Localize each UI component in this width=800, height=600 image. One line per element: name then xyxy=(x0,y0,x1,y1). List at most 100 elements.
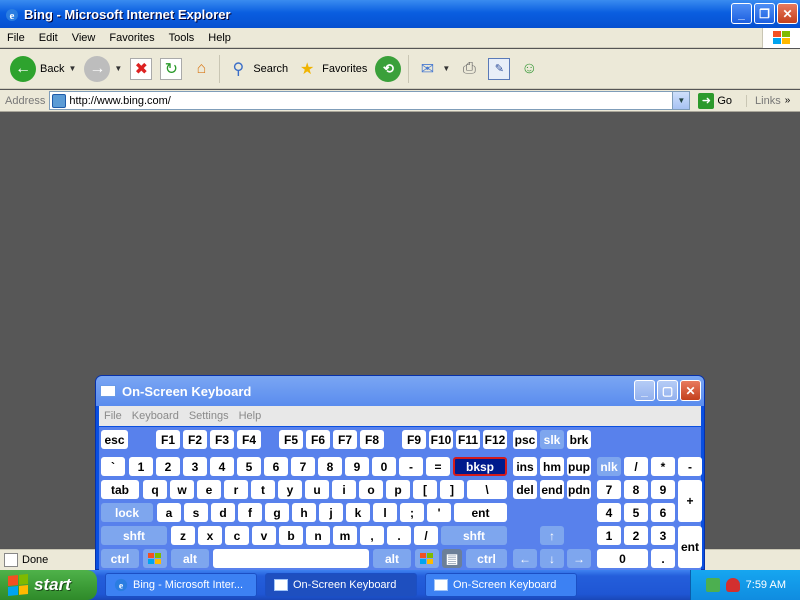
minimize-button[interactable]: _ xyxy=(731,3,752,24)
key-backslash[interactable]: \ xyxy=(467,480,507,499)
taskbar-item-ie[interactable]: e Bing - Microsoft Inter... xyxy=(105,573,257,597)
key-slash[interactable]: / xyxy=(414,526,438,545)
key-f7[interactable]: F7 xyxy=(333,430,357,449)
key-brk[interactable]: brk xyxy=(567,430,591,449)
osk-menu-file[interactable]: File xyxy=(99,410,127,422)
key-left-alt[interactable]: alt xyxy=(171,549,209,568)
menu-tools[interactable]: Tools xyxy=(162,32,202,44)
key-u[interactable]: u xyxy=(305,480,329,499)
key-right-windows[interactable] xyxy=(415,549,439,568)
key-c[interactable]: c xyxy=(225,526,249,545)
key-n[interactable]: n xyxy=(306,526,330,545)
key-j[interactable]: j xyxy=(319,503,343,522)
key-l[interactable]: l xyxy=(373,503,397,522)
key-y[interactable]: y xyxy=(278,480,302,499)
key-8[interactable]: 8 xyxy=(318,457,342,476)
address-input[interactable]: http://www.bing.com/ ▼ xyxy=(49,91,691,110)
security-shield-icon[interactable] xyxy=(725,578,740,592)
maximize-button[interactable]: ❐ xyxy=(754,3,775,24)
key-pdn[interactable]: pdn xyxy=(567,480,591,499)
key-kp-mul[interactable]: * xyxy=(651,457,675,476)
key-o[interactable]: o xyxy=(359,480,383,499)
search-button[interactable]: ⚲ Search xyxy=(223,52,292,86)
title-bar[interactable]: e Bing - Microsoft Internet Explorer _ ❐… xyxy=(0,0,800,28)
mail-button[interactable]: ✉ ▼ xyxy=(412,52,454,86)
key-equals[interactable]: = xyxy=(426,457,450,476)
key-minus[interactable]: - xyxy=(399,457,423,476)
address-dropdown-icon[interactable]: ▼ xyxy=(672,92,690,109)
messenger-button[interactable]: ☺ xyxy=(514,52,544,86)
key-f1[interactable]: F1 xyxy=(156,430,180,449)
links-chevron-icon[interactable]: » xyxy=(785,95,791,106)
key-f3[interactable]: F3 xyxy=(210,430,234,449)
key-hm[interactable]: hm xyxy=(540,457,564,476)
favorites-button[interactable]: ★ Favorites xyxy=(292,52,371,86)
key-f5[interactable]: F5 xyxy=(279,430,303,449)
key-bksp[interactable]: bksp xyxy=(453,457,507,476)
key-comma[interactable]: , xyxy=(360,526,384,545)
key-left-windows[interactable] xyxy=(143,549,167,568)
key-q[interactable]: q xyxy=(143,480,167,499)
key-kp-4[interactable]: 4 xyxy=(597,503,621,522)
key-x[interactable]: x xyxy=(198,526,222,545)
key-kp-8[interactable]: 8 xyxy=(624,480,648,499)
key-kp-dot[interactable]: . xyxy=(651,549,675,568)
key-right-shift[interactable]: shft xyxy=(441,526,507,545)
osk-minimize-button[interactable]: _ xyxy=(634,380,655,401)
key-d[interactable]: d xyxy=(211,503,235,522)
menu-file[interactable]: File xyxy=(0,32,32,44)
address-url[interactable]: http://www.bing.com/ xyxy=(69,95,171,107)
key-m[interactable]: m xyxy=(333,526,357,545)
key-r[interactable]: r xyxy=(224,480,248,499)
home-button[interactable]: ⌂ xyxy=(186,52,216,86)
key-space[interactable] xyxy=(213,549,369,568)
key-kp-add[interactable]: + xyxy=(678,480,702,522)
key-5[interactable]: 5 xyxy=(237,457,261,476)
key-kp-9[interactable]: 9 xyxy=(651,480,675,499)
key-kp-enter[interactable]: ent xyxy=(678,526,702,568)
key-semicolon[interactable]: ; xyxy=(400,503,424,522)
key-i[interactable]: i xyxy=(332,480,356,499)
key-kp-sub[interactable]: - xyxy=(678,457,702,476)
key-kp-2[interactable]: 2 xyxy=(624,526,648,545)
key-w[interactable]: w xyxy=(170,480,194,499)
clock[interactable]: 7:59 AM xyxy=(746,579,786,591)
key-del[interactable]: del xyxy=(513,480,537,499)
key-up-arrow[interactable]: ↑ xyxy=(540,526,564,545)
key-g[interactable]: g xyxy=(265,503,289,522)
key-left-shift[interactable]: shft xyxy=(101,526,167,545)
key-kp-6[interactable]: 6 xyxy=(651,503,675,522)
key-menu[interactable]: ▤ xyxy=(442,549,462,568)
key-kp-7[interactable]: 7 xyxy=(597,480,621,499)
key-k[interactable]: k xyxy=(346,503,370,522)
key-0[interactable]: 0 xyxy=(372,457,396,476)
key-a[interactable]: a xyxy=(157,503,181,522)
key-f12[interactable]: F12 xyxy=(483,430,507,449)
print-button[interactable]: ⎙ xyxy=(454,52,484,86)
key-right-arrow[interactable]: → xyxy=(567,549,591,568)
key-kp-5[interactable]: 5 xyxy=(624,503,648,522)
osk-menu-help[interactable]: Help xyxy=(234,410,267,422)
close-button[interactable]: ✕ xyxy=(777,3,798,24)
key-quote[interactable]: ' xyxy=(427,503,451,522)
key-f10[interactable]: F10 xyxy=(429,430,453,449)
osk-title-bar[interactable]: On-Screen Keyboard xyxy=(96,376,704,406)
key-right-alt[interactable]: alt xyxy=(373,549,411,568)
menu-favorites[interactable]: Favorites xyxy=(102,32,161,44)
go-button[interactable]: ➜ Go xyxy=(698,92,732,109)
stop-button[interactable]: ✖ xyxy=(126,52,156,86)
key-enter[interactable]: ent xyxy=(454,503,507,522)
links-button[interactable]: Links xyxy=(746,94,781,107)
taskbar-item-osk-2[interactable]: On-Screen Keyboard xyxy=(425,573,577,597)
key-3[interactable]: 3 xyxy=(183,457,207,476)
key-slk[interactable]: slk xyxy=(540,430,564,449)
key-6[interactable]: 6 xyxy=(264,457,288,476)
key-2[interactable]: 2 xyxy=(156,457,180,476)
history-button[interactable]: ⟲ xyxy=(371,52,405,86)
key-period[interactable]: . xyxy=(387,526,411,545)
key-9[interactable]: 9 xyxy=(345,457,369,476)
back-button[interactable]: ← Back ▼ xyxy=(6,52,80,86)
key-e[interactable]: e xyxy=(197,480,221,499)
forward-dropdown-icon[interactable]: ▼ xyxy=(114,64,122,73)
key-f[interactable]: f xyxy=(238,503,262,522)
